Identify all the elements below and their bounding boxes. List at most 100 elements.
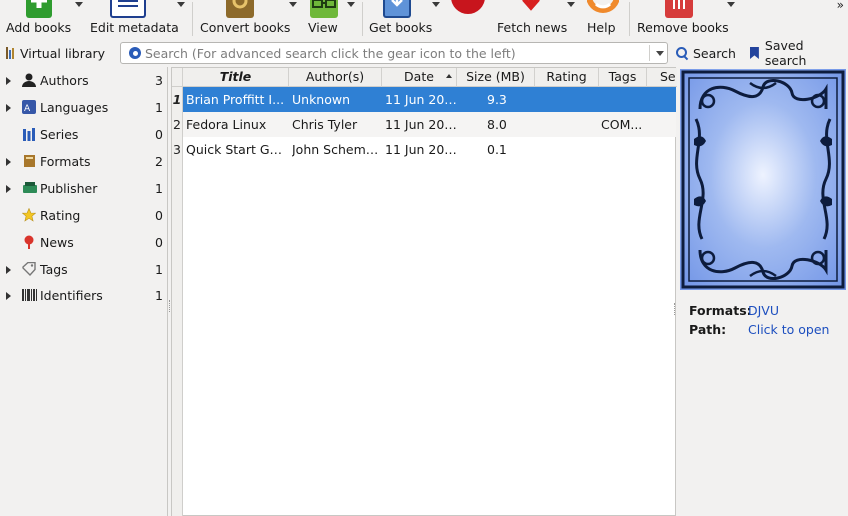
cell-size[interactable]: 9.3: [487, 87, 527, 112]
user-icon: [22, 73, 36, 87]
search-button-label: Search: [693, 45, 736, 61]
saved-search-button[interactable]: Saved search: [750, 38, 848, 68]
column-header-rating[interactable]: Rating: [535, 68, 599, 87]
library-icon: [6, 47, 15, 59]
column-header-authors[interactable]: Author(s): [289, 68, 382, 87]
view-dropdown-icon[interactable]: [346, 0, 358, 10]
cell-date[interactable]: 11 Jun 2018: [385, 137, 457, 162]
search-history-dropdown-icon[interactable]: [656, 51, 664, 56]
row-number: 2: [172, 112, 183, 137]
search-bar: Virtual library Search Saved search: [0, 38, 848, 68]
column-header-size[interactable]: Size (MB): [457, 68, 535, 87]
help-button[interactable]: Help: [586, 0, 620, 40]
sort-ascending-icon: [446, 74, 452, 78]
tag-browser-item-rating[interactable]: Rating 0: [0, 205, 168, 227]
languages-icon: A: [22, 100, 36, 114]
cell-authors[interactable]: Chris Tyler: [292, 112, 380, 137]
get-books-dropdown-icon[interactable]: [431, 0, 443, 10]
tag-browser-item-count: 1: [155, 262, 163, 277]
expand-arrow-icon[interactable]: [6, 292, 11, 300]
trash-icon: [665, 0, 693, 18]
tag-browser-item-count: 1: [155, 288, 163, 303]
expand-arrow-icon[interactable]: [6, 104, 11, 112]
expand-arrow-icon[interactable]: [6, 158, 11, 166]
cell-authors[interactable]: John Schember: [292, 137, 380, 162]
formats-link[interactable]: DJVU: [748, 303, 779, 318]
row-number: 1: [172, 87, 183, 112]
tag-browser-item-count: 1: [155, 181, 163, 196]
series-icon: [22, 127, 36, 141]
expand-arrow-icon[interactable]: [6, 185, 11, 193]
help-label: Help: [587, 20, 616, 35]
edit-metadata-dropdown-icon[interactable]: [176, 0, 188, 10]
cell-tags[interactable]: COM...: [601, 112, 645, 137]
tag-browser-item-label: Publisher: [40, 181, 98, 196]
cell-date[interactable]: 11 Jun 2018: [385, 112, 457, 137]
cell-title[interactable]: Brian Proffitt I...: [186, 87, 288, 112]
get-books-label: Get books: [369, 20, 433, 35]
column-header-tags[interactable]: Tags: [599, 68, 647, 87]
cell-title[interactable]: Quick Start Guide: [186, 137, 288, 162]
convert-books-dropdown-icon[interactable]: [288, 0, 300, 10]
tag-browser: Authors 3 A Languages 1 Series 0 Formats…: [0, 67, 168, 516]
tag-browser-item-identifiers[interactable]: Identifiers 1: [0, 285, 168, 307]
add-books-label: Add books: [6, 20, 72, 35]
book-cover-image[interactable]: [680, 69, 846, 290]
table-row[interactable]: 1 Brian Proffitt I... Unknown 11 Jun 201…: [172, 87, 676, 112]
formats-label: Formats:: [689, 303, 752, 318]
gear-icon[interactable]: [129, 47, 141, 59]
right-splitter-handle[interactable]: [674, 303, 677, 315]
expand-arrow-icon[interactable]: [6, 77, 11, 85]
convert-books-button[interactable]: Convert books: [200, 0, 290, 40]
cell-tags[interactable]: [601, 87, 645, 112]
virtual-library-label: Virtual library: [20, 45, 106, 61]
tag-browser-item-languages[interactable]: A Languages 1: [0, 97, 168, 119]
row-header-column: [172, 162, 183, 516]
add-books-button[interactable]: Add books: [6, 0, 72, 40]
toolbar-overflow-button[interactable]: »: [837, 0, 844, 12]
expand-arrow-icon[interactable]: [6, 266, 11, 274]
toolbar-separator: [629, 2, 630, 36]
tag-browser-item-count: 0: [155, 235, 163, 250]
tag-browser-item-formats[interactable]: Formats 2: [0, 151, 168, 173]
column-header-title[interactable]: Title: [183, 68, 289, 87]
tag-browser-item-news[interactable]: News 0: [0, 232, 168, 254]
tag-browser-item-authors[interactable]: Authors 3: [0, 70, 168, 92]
fetch-news-dropdown-icon[interactable]: [566, 0, 578, 10]
table-row[interactable]: 2 Fedora Linux Chris Tyler 11 Jun 2018 8…: [172, 112, 676, 137]
column-header-date[interactable]: Date: [382, 68, 457, 87]
book-list: Title Author(s) Date Size (MB) Rating Ta…: [171, 67, 677, 516]
add-books-dropdown-icon[interactable]: [74, 0, 86, 10]
cell-size[interactable]: 8.0: [487, 112, 527, 137]
fetch-news-button[interactable]: Fetch news: [497, 0, 567, 40]
cell-date[interactable]: 11 Jun 2018: [385, 87, 457, 112]
remove-books-button[interactable]: Remove books: [637, 0, 729, 40]
heart-icon[interactable]: [451, 0, 485, 14]
tag-browser-item-label: Languages: [40, 100, 109, 115]
cell-size[interactable]: 0.1: [487, 137, 527, 162]
edit-metadata-button[interactable]: Edit metadata: [90, 0, 179, 40]
tag-browser-item-series[interactable]: Series 0: [0, 124, 168, 146]
publisher-icon: [22, 181, 37, 195]
tag-browser-item-count: 2: [155, 154, 163, 169]
tag-browser-item-publisher[interactable]: Publisher 1: [0, 178, 168, 200]
view-button[interactable]: View: [308, 0, 342, 40]
search-button[interactable]: Search: [676, 44, 736, 62]
toolbar-separator: [192, 2, 193, 36]
search-input[interactable]: [145, 44, 645, 62]
virtual-library-button[interactable]: Virtual library: [6, 44, 105, 62]
tag-browser-item-count: 0: [155, 208, 163, 223]
cell-authors[interactable]: Unknown: [292, 87, 380, 112]
cell-tags[interactable]: [601, 137, 645, 162]
path-link[interactable]: Click to open: [748, 322, 829, 337]
tag-browser-item-tags[interactable]: Tags 1: [0, 259, 168, 281]
cell-title[interactable]: Fedora Linux: [186, 112, 288, 137]
get-books-button[interactable]: Get books: [369, 0, 433, 40]
edit-metadata-label: Edit metadata: [90, 20, 179, 35]
toolbar-separator: [362, 2, 363, 36]
table-row[interactable]: 3 Quick Start Guide John Schember 11 Jun…: [172, 137, 676, 162]
column-header-series[interactable]: Se: [647, 68, 677, 87]
remove-books-dropdown-icon[interactable]: [726, 0, 738, 10]
tag-browser-item-count: 1: [155, 100, 163, 115]
main-toolbar: Add books Edit metadata Convert books Vi…: [0, 0, 848, 40]
